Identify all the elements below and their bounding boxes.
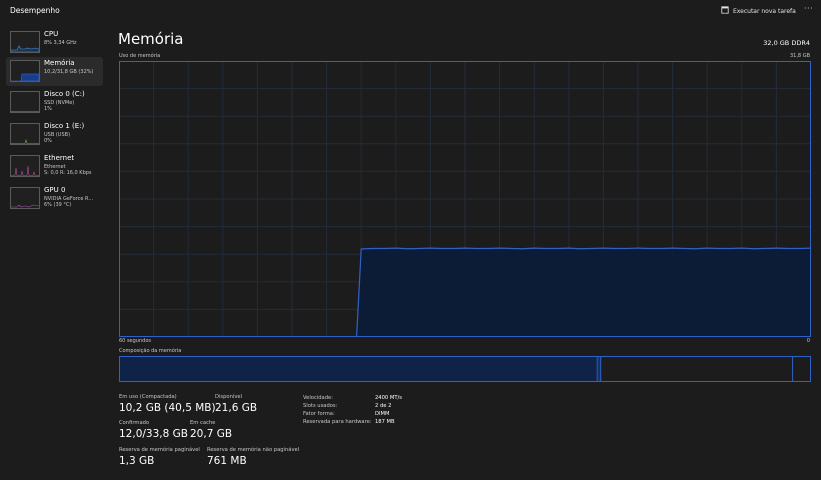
sidebar-item-label: GPU 0	[44, 186, 66, 194]
sidebar-item-label: Memória	[44, 59, 75, 67]
detail-hardware-reserved-value: 187 MB	[375, 419, 395, 425]
memory-panel: Memória 32,0 GB DDR4 Uso de memória 31,8…	[112, 22, 821, 480]
stat-in-use-label: Em uso (Compactada)	[119, 394, 177, 400]
memory-usage-chart	[119, 61, 811, 337]
sidebar-item-throughput: S: 0,0 R: 16,0 Kbps	[44, 170, 92, 176]
memory-usage-area	[356, 248, 811, 337]
stat-committed: Confirmado 12,0/33,8 GB	[119, 420, 188, 440]
memory-composition-bar	[119, 356, 811, 382]
graph-max-label: 31,8 GB	[789, 53, 810, 59]
memory-spec: 32,0 GB DDR4	[763, 39, 810, 47]
sidebar-item-detail: 8% 3,34 GHz	[44, 40, 77, 46]
x-axis-left-label: 60 segundos	[119, 338, 151, 344]
sidebar-item-detail: 10,2/31,8 GB (32%)	[44, 69, 94, 75]
sidebar-item-cpu[interactable]: CPU 8% 3,34 GHz	[6, 28, 103, 57]
sidebar-item-memory[interactable]: Memória 10,2/31,8 GB (32%)	[6, 57, 103, 86]
detail-slots-label: Slots usados:	[303, 403, 338, 409]
stat-available-label: Disponível	[215, 394, 243, 400]
stat-available: Disponível 21,6 GB	[215, 394, 257, 414]
detail-speed-value: 2400 MT/s	[375, 395, 402, 401]
page-section-title: Desempenho	[10, 6, 60, 15]
detail-hardware-reserved-label: Reservada para hardware:	[303, 419, 372, 425]
disk-1-thumbnail-graph	[10, 123, 40, 145]
gpu-0-thumbnail-graph	[10, 187, 40, 209]
sidebar-item-gpu-0[interactable]: GPU 0 NVIDIA GeForce R... 6% (39 °C)	[6, 184, 103, 213]
stat-cached-value: 20,7 GB	[190, 428, 233, 440]
detail-form-factor-value: DIMM	[375, 411, 390, 417]
detail-form-factor-label: Fator forma:	[303, 411, 335, 417]
memory-composition-chart	[119, 356, 811, 382]
stat-cached-label: Em cache	[190, 420, 216, 426]
detail-speed-label: Velocidade:	[303, 395, 333, 401]
sidebar-item-disk-1[interactable]: Disco 1 (E:) USB (USB) 0%	[6, 120, 103, 149]
sidebar-item-disk-0[interactable]: Disco 0 (C:) SSD (NVMe) 1%	[6, 88, 103, 117]
disk-0-thumbnail-graph	[10, 91, 40, 113]
x-axis-right-label: 0	[806, 338, 810, 344]
stat-committed-value: 12,0/33,8 GB	[119, 428, 188, 440]
sidebar-item-usage: 1%	[44, 106, 52, 112]
run-task-icon	[721, 6, 729, 16]
run-task-label: Executar nova tarefa	[733, 7, 796, 15]
stat-nonpaged-pool: Reserva de memória não paginável 761 MB	[207, 447, 299, 467]
stat-in-use: Em uso (Compactada) 10,2 GB (40,5 MB)	[119, 394, 216, 414]
memory-usage-graph	[119, 61, 811, 337]
stat-nonpaged-pool-value: 761 MB	[207, 455, 247, 467]
sidebar-item-label: Ethernet	[44, 154, 75, 162]
sidebar-item-usage: 0%	[44, 138, 52, 144]
stat-paged-pool: Reserva de memória paginável 1,3 GB	[119, 447, 200, 467]
detail-slots-value: 2 de 2	[375, 403, 392, 409]
stat-available-value: 21,6 GB	[215, 402, 258, 414]
stat-paged-pool-label: Reserva de memória paginável	[119, 447, 200, 453]
more-options-button[interactable]: ···	[804, 4, 813, 13]
composition-label: Composição da memória	[119, 348, 182, 354]
sidebar-item-label: Disco 0 (C:)	[44, 90, 85, 98]
sidebar-item-label: CPU	[44, 30, 59, 38]
stat-nonpaged-pool-label: Reserva de memória não paginável	[207, 447, 300, 453]
title-bar: Desempenho Executar nova tarefa ···	[0, 0, 821, 22]
sidebar-item-usage: 6% (39 °C)	[44, 202, 72, 208]
sidebar: CPU 8% 3,34 GHz Memória 10,2/31,8 GB (32…	[0, 22, 104, 480]
ethernet-thumbnail-graph	[10, 155, 40, 177]
page-title: Memória	[118, 30, 184, 48]
graph-label: Uso de memória	[119, 53, 161, 59]
sidebar-item-ethernet[interactable]: Ethernet Ethernet S: 0,0 R: 16,0 Kbps	[6, 152, 103, 181]
run-new-task-button[interactable]: Executar nova tarefa	[721, 6, 796, 16]
memory-thumbnail-graph	[10, 60, 40, 82]
sidebar-item-label: Disco 1 (E:)	[44, 122, 85, 130]
stat-cached: Em cache 20,7 GB	[190, 420, 232, 440]
cpu-thumbnail-graph	[10, 31, 40, 53]
stat-paged-pool-value: 1,3 GB	[119, 455, 155, 467]
stat-in-use-value: 10,2 GB (40,5 MB)	[119, 402, 216, 414]
stat-committed-label: Confirmado	[119, 420, 150, 426]
composition-in-use-segment	[120, 357, 598, 381]
